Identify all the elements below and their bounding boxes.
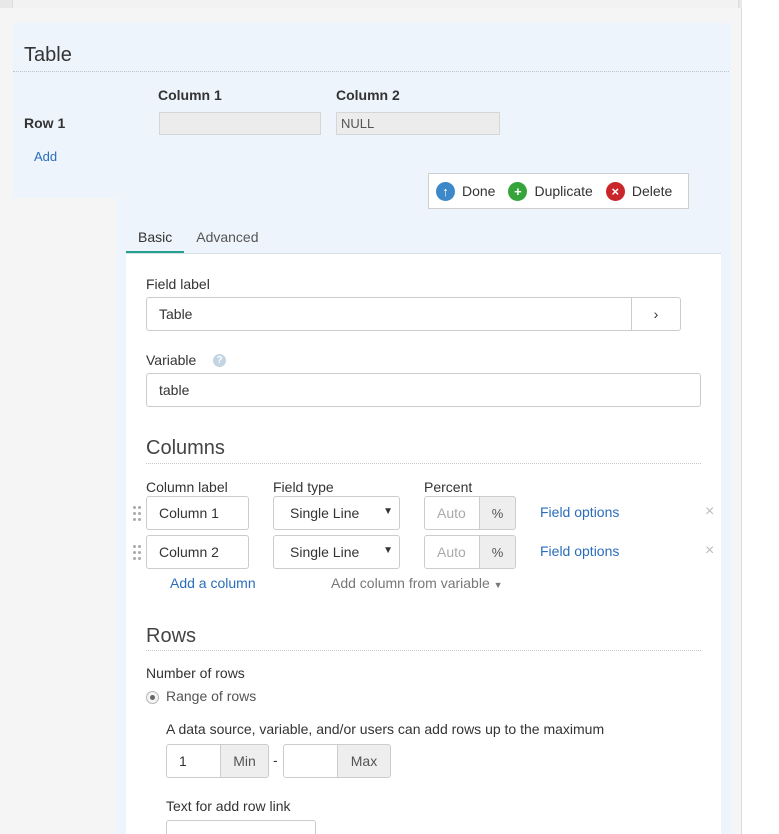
remove-column-icon[interactable]: ×: [705, 503, 714, 521]
columns-heading: Columns: [146, 437, 225, 459]
columns-divider: [146, 463, 701, 464]
preview-title: Table: [24, 44, 72, 66]
percent-input[interactable]: Auto: [424, 496, 480, 530]
page-background: Table Column 1 Column 2 Row 1 NULL Add B…: [0, 0, 742, 834]
field-type-header: Field type: [273, 479, 334, 495]
field-editor: Basic Advanced Field label Table › Varia…: [116, 198, 731, 834]
caret-down-icon: ▼: [383, 545, 393, 556]
drag-handle-icon[interactable]: [133, 545, 141, 561]
done-label: Done: [462, 183, 496, 199]
add-row-link-label: Text for add row link: [166, 798, 291, 814]
rows-heading: Rows: [146, 625, 197, 647]
add-column-from-variable-label: Add column from variable: [331, 575, 490, 591]
preview-cell-1: [159, 112, 321, 135]
preview-column-header-1: Column 1: [158, 87, 222, 103]
rows-divider: [146, 650, 701, 651]
arrow-up-icon: ↑: [436, 181, 455, 201]
field-options-link[interactable]: Field options: [540, 543, 619, 559]
min-rows-input[interactable]: 1: [166, 744, 221, 778]
add-column-link[interactable]: Add a column: [170, 575, 256, 591]
field-label-label: Field label: [146, 276, 210, 292]
percent-addon: %: [480, 496, 516, 530]
delete-button[interactable]: × Delete: [605, 181, 673, 201]
column-label-input[interactable]: Column 2: [146, 535, 249, 569]
range-description: A data source, variable, and/or users ca…: [166, 721, 605, 737]
basic-panel: Field label Table › Variable ? table Col…: [126, 254, 721, 834]
number-of-rows-label: Number of rows: [146, 665, 245, 681]
done-button[interactable]: ↑ Done: [436, 181, 496, 201]
variable-label: Variable: [146, 352, 197, 368]
min-addon: Min: [221, 744, 269, 778]
delete-label: Delete: [631, 183, 673, 199]
field-type-value: Single Line: [290, 544, 360, 560]
column-label-header: Column label: [146, 479, 228, 495]
preview-add-row-link[interactable]: Add: [34, 149, 57, 164]
field-toolbar: ↑ Done + Duplicate × Delete: [428, 173, 689, 209]
field-type-value: Single Line: [290, 505, 360, 521]
chevron-right-icon: ›: [653, 306, 659, 322]
caret-down-icon: ▼: [383, 506, 393, 517]
preview-row-label: Row 1: [24, 115, 66, 131]
top-strip: [0, 0, 742, 8]
preview-divider: [13, 71, 729, 72]
tab-basic[interactable]: Basic: [126, 226, 185, 254]
duplicate-button[interactable]: + Duplicate: [508, 181, 593, 201]
caret-down-icon: ▼: [493, 580, 503, 590]
max-addon: Max: [338, 744, 391, 778]
add-column-from-variable-dropdown[interactable]: Add column from variable ▼: [331, 575, 503, 591]
editor-tabs: Basic Advanced: [126, 226, 271, 254]
add-row-link-input[interactable]: [166, 820, 316, 834]
table-preview[interactable]: Table Column 1 Column 2 Row 1 NULL Add: [13, 23, 731, 198]
max-rows-input[interactable]: [283, 744, 338, 778]
help-icon[interactable]: ?: [213, 354, 226, 367]
field-label-input[interactable]: Table: [146, 297, 652, 331]
percent-addon: %: [480, 535, 516, 569]
drag-handle-icon[interactable]: [133, 506, 141, 522]
percent-input[interactable]: Auto: [424, 535, 480, 569]
range-of-rows-radio[interactable]: [146, 691, 159, 704]
tab-advanced[interactable]: Advanced: [184, 226, 270, 254]
variable-input[interactable]: table: [146, 373, 701, 407]
range-separator: -: [273, 752, 278, 768]
range-of-rows-label: Range of rows: [166, 688, 257, 704]
preview-column-header-2: Column 2: [336, 87, 400, 103]
expand-label-button[interactable]: ›: [631, 297, 681, 331]
close-icon: ×: [605, 181, 625, 201]
field-type-select[interactable]: Single Line ▼: [273, 535, 400, 569]
percent-header: Percent: [424, 479, 473, 495]
remove-column-icon[interactable]: ×: [705, 542, 714, 560]
field-options-link[interactable]: Field options: [540, 504, 619, 520]
plus-icon: +: [508, 181, 528, 201]
column-label-input[interactable]: Column 1: [146, 496, 249, 530]
field-type-select[interactable]: Single Line ▼: [273, 496, 400, 530]
preview-cell-2: NULL: [336, 112, 500, 135]
duplicate-label: Duplicate: [534, 183, 593, 199]
